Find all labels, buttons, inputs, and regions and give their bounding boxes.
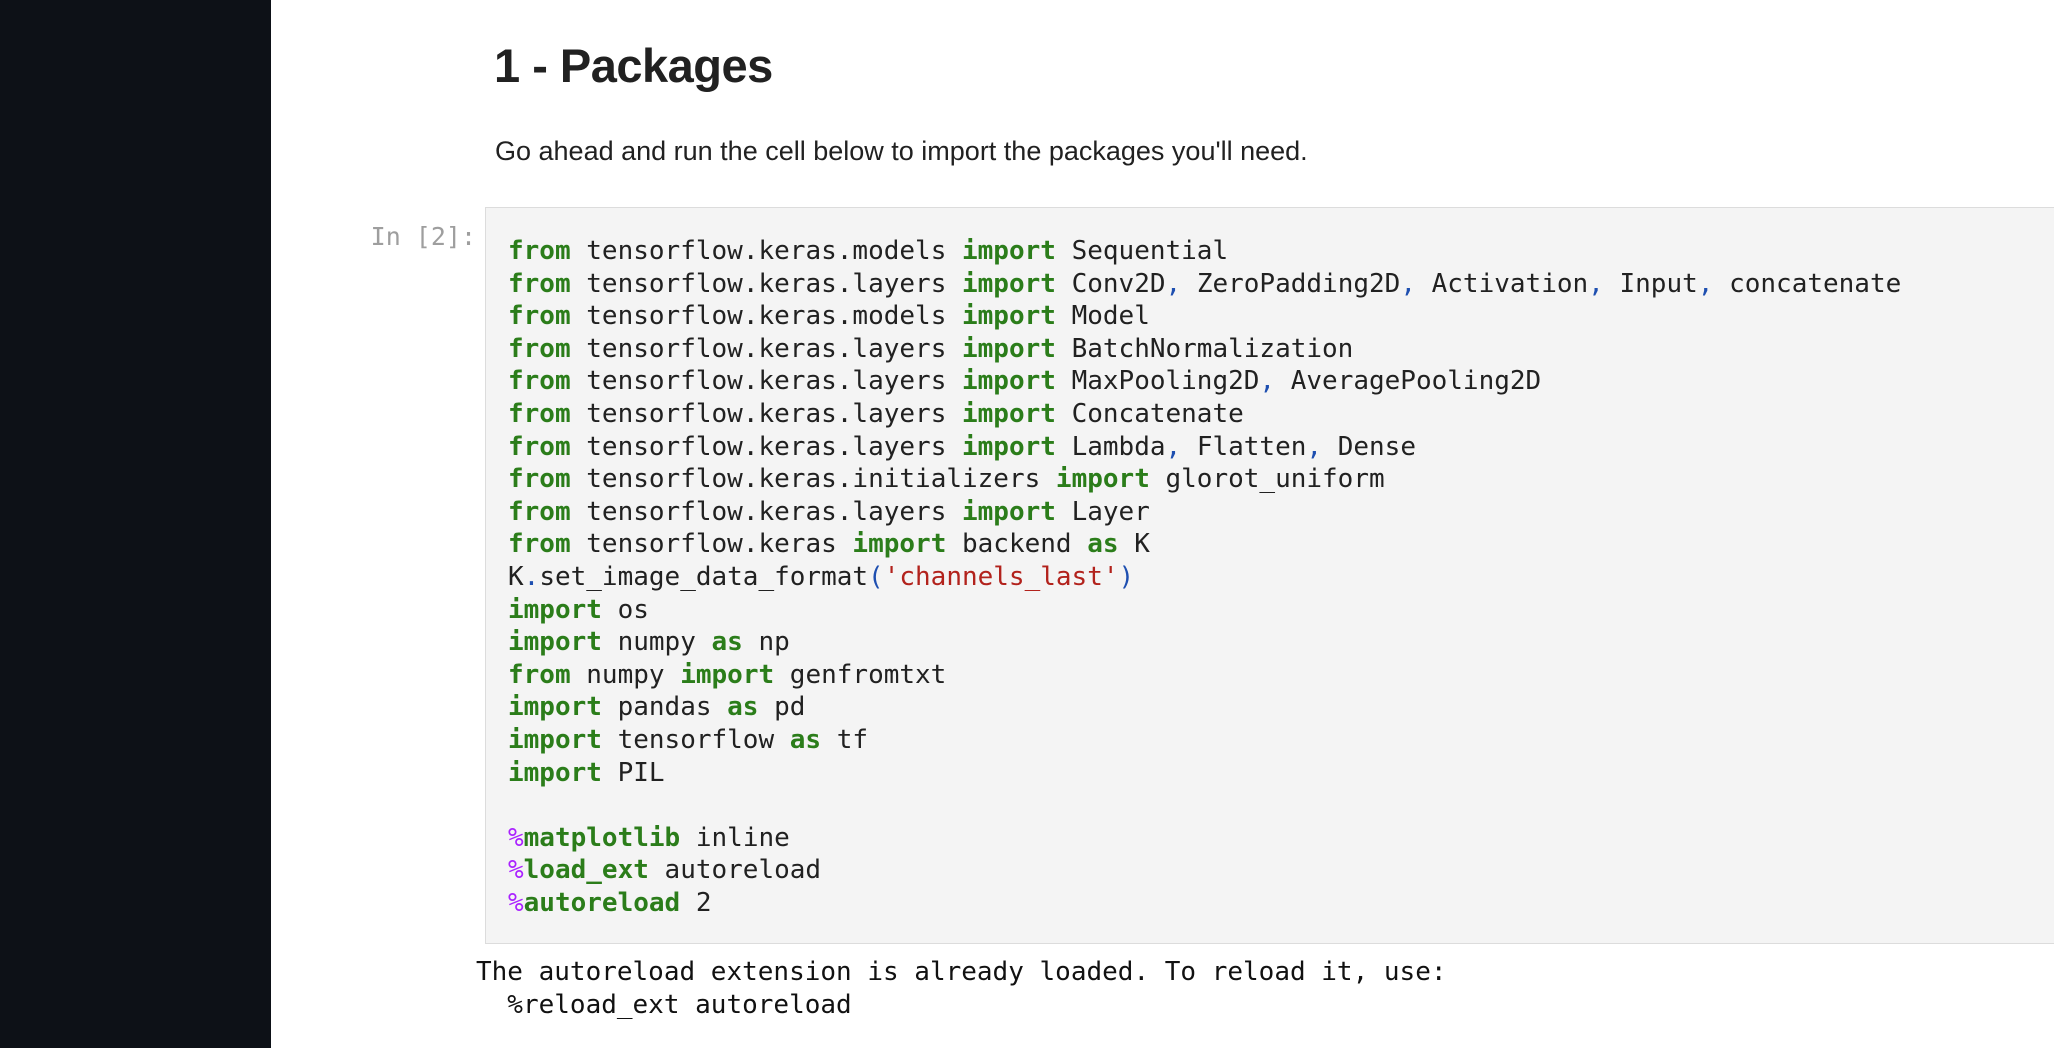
code-line: %matplotlib inline <box>508 822 790 853</box>
code-line: from tensorflow.keras.layers import Laye… <box>508 496 1150 527</box>
code-line: K.set_image_data_format('channels_last') <box>508 561 1135 592</box>
code-line: import numpy as np <box>508 627 790 658</box>
code-line: from tensorflow.keras.models import Mode… <box>508 301 1150 332</box>
code-line: from tensorflow.keras import backend as … <box>508 529 1150 560</box>
code-editor[interactable]: from tensorflow.keras.models import Sequ… <box>508 235 1901 919</box>
notebook-area: 1 - Packages Go ahead and run the cell b… <box>271 0 2054 1048</box>
section-intro-text: Go ahead and run the cell below to impor… <box>495 136 1308 166</box>
code-line: from tensorflow.keras.models import Sequ… <box>508 236 1229 266</box>
code-line: %load_ext autoreload <box>508 855 822 886</box>
code-line: import tensorflow as tf <box>508 724 869 755</box>
cell-output: The autoreload extension is already load… <box>476 956 1447 1021</box>
code-line: import PIL <box>508 757 665 788</box>
code-line: import os <box>508 594 649 625</box>
code-line: from tensorflow.keras.layers import Conv… <box>508 268 1902 299</box>
code-line: from tensorflow.keras.layers import Lamb… <box>508 431 1416 462</box>
code-cell-input[interactable]: from tensorflow.keras.models import Sequ… <box>485 207 2054 944</box>
code-line: %autoreload 2 <box>508 887 712 918</box>
code-line: from tensorflow.keras.layers import MaxP… <box>508 366 1542 397</box>
code-line: from numpy import genfromtxt <box>508 659 947 690</box>
code-line: from tensorflow.keras.layers import Conc… <box>508 398 1244 429</box>
output-line: %reload_ext autoreload <box>476 989 852 1020</box>
cell-prompt: In [2]: <box>370 222 476 251</box>
dark-sidebar <box>0 0 271 1048</box>
section-heading: 1 - Packages <box>494 39 773 92</box>
code-line: import pandas as pd <box>508 692 806 723</box>
output-line: The autoreload extension is already load… <box>476 957 1447 987</box>
code-line: from tensorflow.keras.initializers impor… <box>508 464 1385 495</box>
code-line: from tensorflow.keras.layers import Batc… <box>508 333 1354 364</box>
